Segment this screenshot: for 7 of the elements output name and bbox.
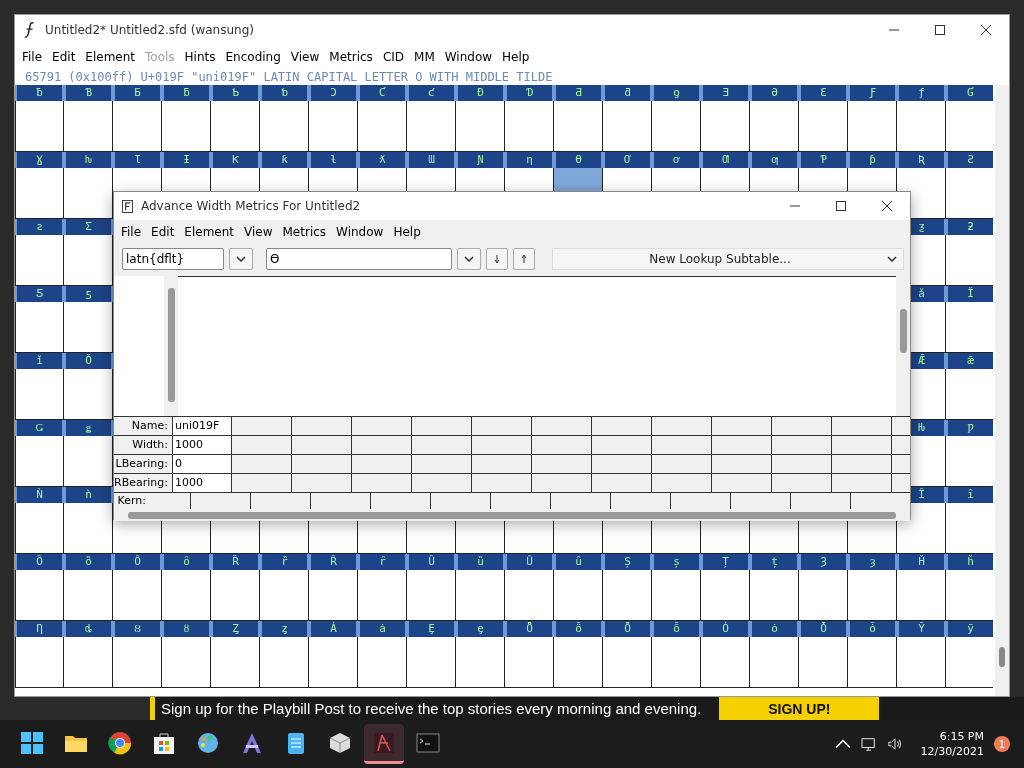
clock-time: 6:15 PM bbox=[939, 729, 984, 744]
kern-label: Kern: bbox=[116, 493, 147, 509]
window-title: Untitled2* Untitled2.sfd (wansung) bbox=[45, 23, 254, 37]
glyph-info-line: 65791 (0x100ff) U+019F "uni019F" LATIN CAPITAL LETTER O WITH MIDDLE TILDE bbox=[24, 69, 554, 85]
ad-text: Sign up for the Playbill Post to receive the top stories every morning and evening. bbox=[160, 700, 702, 717]
clock-date: 12/30/2021 bbox=[920, 744, 984, 759]
window-title: Advance Width Metrics For Untitled2 bbox=[141, 199, 361, 213]
